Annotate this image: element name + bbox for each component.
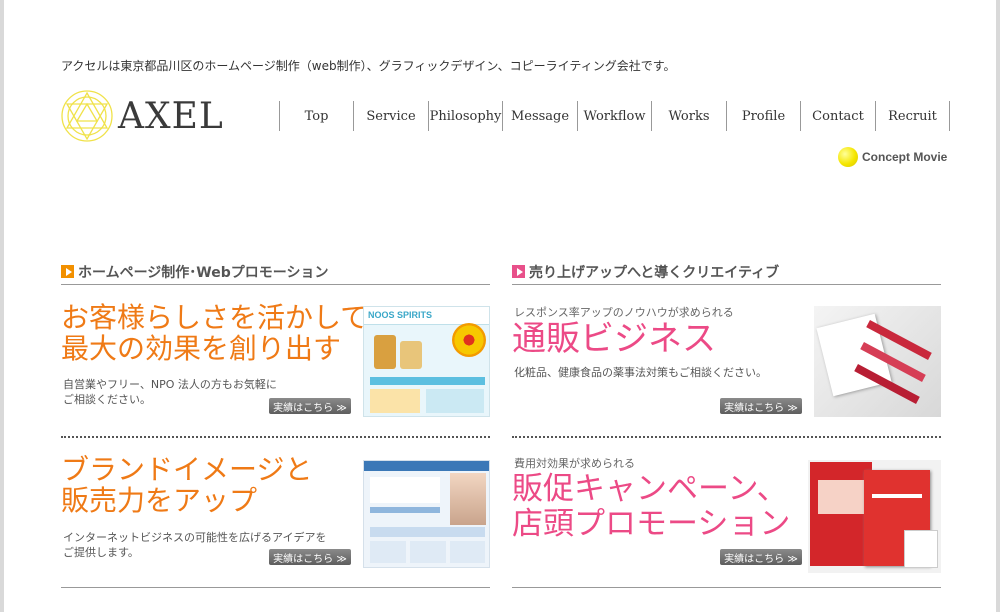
card bbox=[904, 530, 938, 568]
product-bottle bbox=[374, 335, 396, 369]
works-button[interactable]: 実績はこちら ≫ bbox=[720, 398, 802, 414]
headline-line-1: 通販ビジネス bbox=[512, 319, 716, 359]
thumb-block bbox=[410, 541, 446, 563]
bottom-divider bbox=[61, 587, 490, 588]
panel-description: 化粧品、健康食品の薬事法対策もご相談ください。 bbox=[514, 366, 767, 379]
nav-contact[interactable]: Contact bbox=[801, 101, 876, 131]
sales-promo-panel[interactable]: 費用対効果が求められる 販促キャンペーン、 店頭プロモーション 実績はこちら ≫ bbox=[512, 452, 941, 582]
concept-movie-link[interactable]: Concept Movie bbox=[838, 147, 947, 167]
nav-top[interactable]: Top bbox=[280, 101, 354, 131]
nav-works[interactable]: Works bbox=[652, 101, 727, 131]
headline-line-1: ブランドイメージと bbox=[61, 453, 313, 486]
works-button[interactable]: 実績はこちら ≫ bbox=[720, 549, 802, 565]
headline-line-1: お客様らしさを活かして bbox=[61, 301, 369, 334]
nav-recruit[interactable]: Recruit bbox=[876, 101, 950, 131]
promo-materials-photo[interactable] bbox=[808, 460, 941, 573]
thumb-block bbox=[370, 541, 406, 563]
person-photo bbox=[450, 473, 486, 525]
headline-line-2: 店頭プロモーション bbox=[512, 505, 791, 542]
panel-headline: お客様らしさを活かして 最大の効果を創り出す bbox=[61, 302, 368, 365]
desc-line-2: ご相談ください。 bbox=[63, 392, 151, 406]
right-column-title: 売り上げアップへと導くクリエイティブ bbox=[529, 264, 780, 281]
panel-subtitle: レスポンス率アップのノウハウが求められる bbox=[514, 306, 734, 319]
panel-headline: ブランドイメージと 販売力をアップ bbox=[61, 454, 312, 517]
thumb-header bbox=[364, 461, 489, 471]
brochure-text bbox=[872, 494, 922, 498]
main-nav: Top Service Philosophy Message Workflow … bbox=[279, 101, 950, 131]
nav-message[interactable]: Message bbox=[503, 101, 578, 131]
thumb-banner bbox=[370, 507, 440, 513]
works-button[interactable]: 実績はこちら ≫ bbox=[269, 398, 351, 414]
mail-order-panel[interactable]: レスポンス率アップのノウハウが求められる 通販ビジネス 化粧品、健康食品の薬事法… bbox=[512, 300, 941, 430]
headline-line-2: 販売力をアップ bbox=[61, 484, 258, 518]
panel-headline: 通販ビジネス bbox=[512, 320, 716, 358]
nav-philosophy[interactable]: Philosophy bbox=[429, 101, 503, 131]
cosmetics-photo[interactable] bbox=[814, 306, 941, 417]
desc-line-1: 自営業やフリー、NPO 法人の方もお気軽に bbox=[63, 378, 277, 391]
thumb-block bbox=[370, 477, 440, 503]
product-box bbox=[400, 341, 422, 369]
logo[interactable]: AXEL bbox=[60, 88, 230, 144]
window-frame-right bbox=[996, 0, 1000, 612]
nav-workflow[interactable]: Workflow bbox=[578, 101, 652, 131]
bottom-divider bbox=[512, 587, 941, 588]
thumb-block bbox=[370, 389, 420, 413]
thumb-title: NOOS SPIRITS bbox=[368, 310, 433, 320]
left-column-heading: ホームページ制作･Webプロモーション bbox=[61, 259, 490, 285]
flyer bbox=[810, 462, 872, 566]
website-thumbnail[interactable] bbox=[363, 460, 490, 568]
nav-service[interactable]: Service bbox=[354, 101, 429, 131]
desc-line-1: インターネットビジネスの可能性を広げるアイデアを bbox=[63, 531, 327, 544]
flyer-photo bbox=[818, 480, 864, 514]
headline-line-2: 最大の効果を創り出す bbox=[61, 332, 342, 366]
web-promo-panel[interactable]: お客様らしさを活かして 最大の効果を創り出す 自営業やフリー、NPO 法人の方も… bbox=[61, 300, 490, 430]
logo-wordmark: AXEL bbox=[118, 95, 224, 137]
headline-line-1: 販促キャンペーン、 bbox=[512, 471, 788, 507]
right-column-heading: 売り上げアップへと導くクリエイティブ bbox=[512, 259, 941, 285]
site-tagline: アクセルは東京都品川区のホームページ制作（web制作）、グラフィックデザイン、コ… bbox=[61, 59, 676, 73]
play-arrow-icon bbox=[61, 265, 74, 278]
left-column-title: ホームページ制作･Webプロモーション bbox=[78, 264, 329, 281]
nav-profile[interactable]: Profile bbox=[727, 101, 801, 131]
panel-headline: 販促キャンペーン、 店頭プロモーション bbox=[512, 472, 790, 541]
logo-mark-icon bbox=[61, 90, 113, 142]
play-arrow-icon bbox=[512, 265, 525, 278]
brand-panel[interactable]: ブランドイメージと 販売力をアップ インターネットビジネスの可能性を広げるアイデ… bbox=[61, 452, 490, 582]
dotted-divider bbox=[61, 436, 490, 438]
panel-subtitle: 費用対効果が求められる bbox=[514, 457, 635, 470]
thumb-block bbox=[426, 389, 484, 413]
panel-description: 自営業やフリー、NPO 法人の方もお気軽に ご相談ください。 bbox=[63, 378, 277, 408]
flower-graphic bbox=[452, 323, 486, 357]
thumb-banner bbox=[370, 527, 485, 537]
window-frame-left bbox=[0, 0, 4, 612]
concept-movie-label: Concept Movie bbox=[862, 150, 948, 164]
yellow-dot-icon bbox=[838, 147, 858, 167]
thumb-banner bbox=[370, 377, 485, 385]
dotted-divider bbox=[512, 436, 941, 438]
thumb-block bbox=[450, 541, 485, 563]
website-thumbnail[interactable]: NOOS SPIRITS bbox=[363, 306, 490, 417]
works-button[interactable]: 実績はこちら ≫ bbox=[269, 549, 351, 565]
